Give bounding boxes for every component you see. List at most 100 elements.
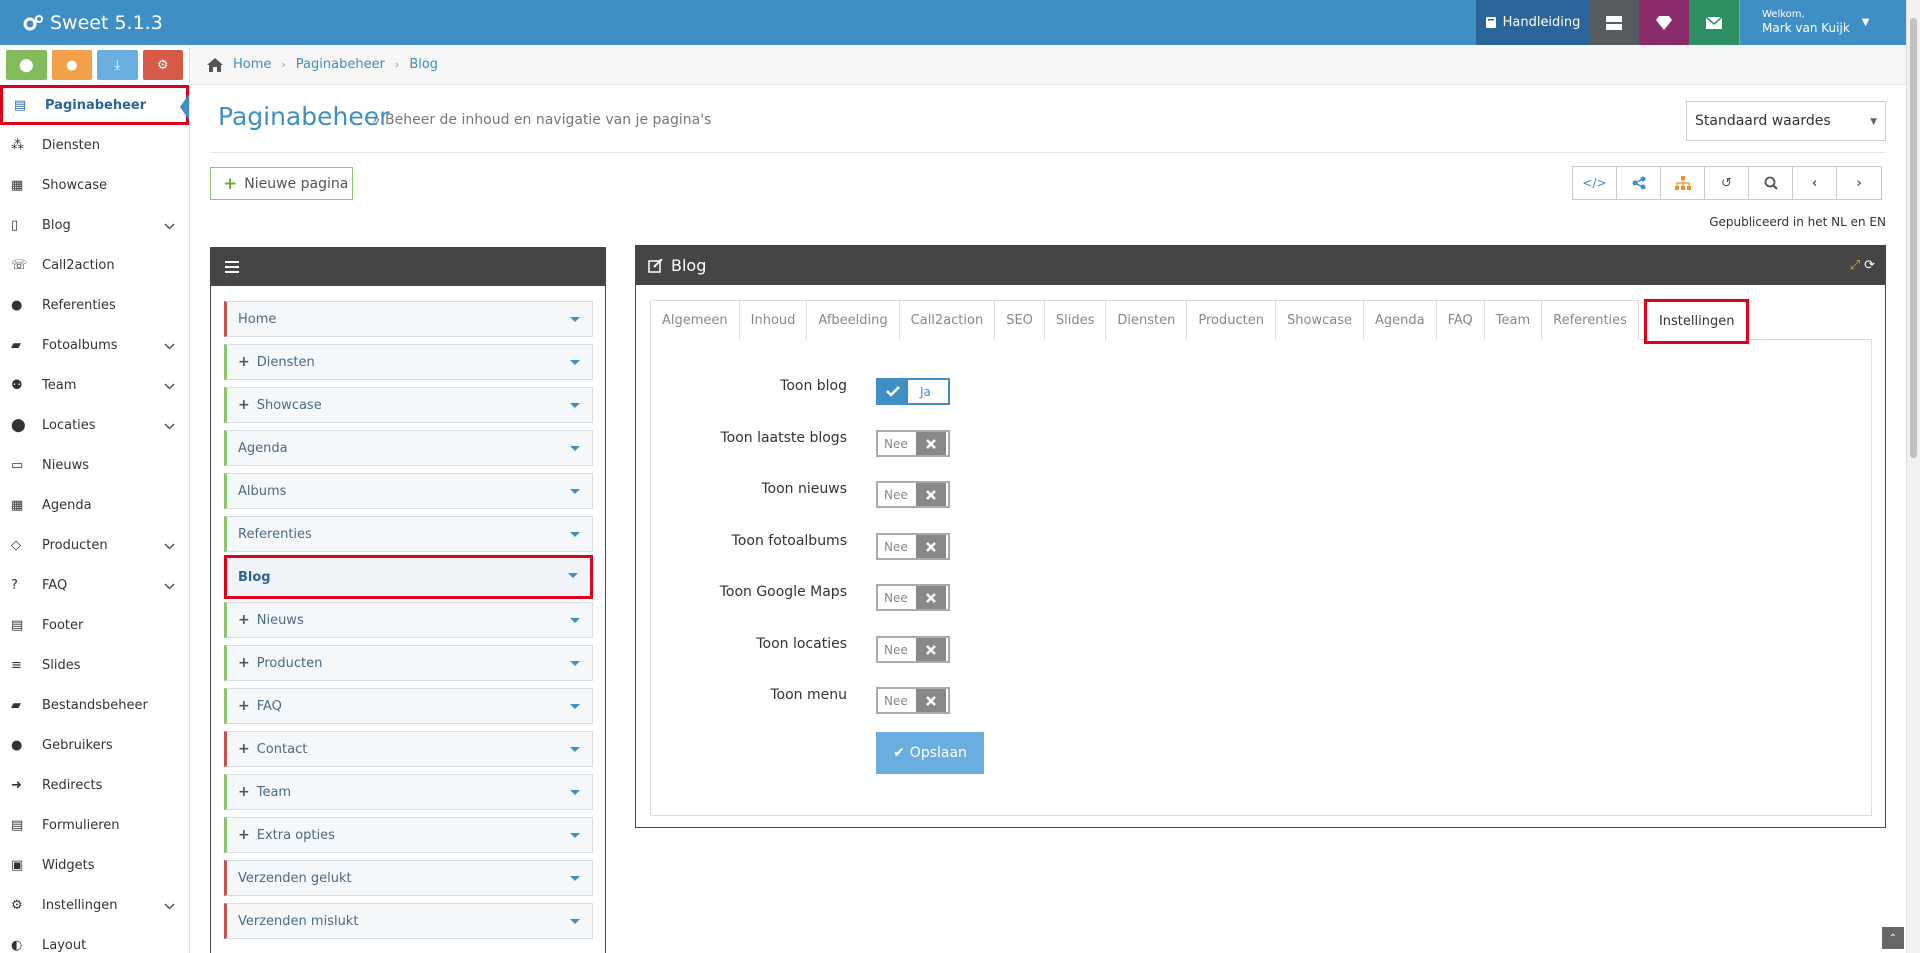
tree-item-verzenden-mislukt[interactable]: Verzenden mislukt <box>224 903 593 939</box>
plus-icon[interactable]: + <box>238 698 250 714</box>
previous-button[interactable]: ‹ <box>1793 167 1837 199</box>
tab-showcase[interactable]: Showcase <box>1275 300 1364 340</box>
quick-settings-button[interactable]: ⚙ <box>142 50 183 80</box>
sidebar-item-footer[interactable]: ▤ Footer <box>0 605 189 645</box>
scrollbar-thumb[interactable] <box>1910 18 1917 458</box>
sidebar-item-slides[interactable]: ≡ Slides <box>0 645 189 685</box>
new-page-button[interactable]: + Nieuwe pagina <box>210 167 353 200</box>
server-button[interactable] <box>1589 0 1639 45</box>
tree-item-nieuws[interactable]: + Nieuws <box>224 602 593 638</box>
sidebar-item-layout[interactable]: ◐ Layout <box>0 925 189 953</box>
sidebar-item-paginabeheer[interactable]: ▤ Paginabeheer <box>0 85 189 125</box>
plus-icon[interactable]: + <box>238 354 250 370</box>
tree-item-contact[interactable]: + Contact <box>224 731 593 767</box>
history-button[interactable]: ↺ <box>1705 167 1749 199</box>
tree-item-faq[interactable]: + FAQ <box>224 688 593 724</box>
next-button[interactable]: › <box>1837 167 1881 199</box>
home-icon[interactable] <box>207 57 223 72</box>
sidebar-item-agenda[interactable]: ▦ Agenda <box>0 485 189 525</box>
app-brand[interactable]: Sweet 5.1.3 <box>22 0 163 45</box>
tree-item-albums[interactable]: Albums <box>224 473 593 509</box>
scroll-to-top-button[interactable]: ⌃ <box>1882 927 1904 949</box>
tree-item-home[interactable]: Home <box>224 301 593 337</box>
caret-down-icon[interactable] <box>570 618 580 623</box>
save-button[interactable]: ✔ Opslaan <box>876 732 984 774</box>
sidebar-item-call2action[interactable]: ☏ Call2action <box>0 245 189 285</box>
caret-down-icon[interactable] <box>570 704 580 709</box>
breadcrumb-paginabeheer[interactable]: Paginabeheer <box>296 57 385 72</box>
share-button[interactable] <box>1617 167 1661 199</box>
sidebar-item-blog[interactable]: ▯ Blog <box>0 205 189 245</box>
caret-down-icon[interactable] <box>570 747 580 752</box>
tab-seo[interactable]: SEO <box>994 300 1045 340</box>
sidebar-item-instellingen[interactable]: ⚙ Instellingen <box>0 885 189 925</box>
sidebar-item-gebruikers[interactable]: ● Gebruikers <box>0 725 189 765</box>
quick-download-button[interactable]: ⤓ <box>97 50 138 80</box>
caret-down-icon[interactable] <box>570 360 580 365</box>
tab-faq[interactable]: FAQ <box>1435 300 1485 340</box>
plus-icon[interactable]: + <box>238 612 250 628</box>
tab-inhoud[interactable]: Inhoud <box>738 300 808 340</box>
breadcrumb-home[interactable]: Home <box>233 57 271 72</box>
sidebar-item-bestandsbeheer[interactable]: ▰ Bestandsbeheer <box>0 685 189 725</box>
caret-down-icon[interactable] <box>570 833 580 838</box>
caret-down-icon[interactable] <box>570 317 580 322</box>
setting-toggle[interactable]: Ja <box>876 378 950 405</box>
caret-down-icon[interactable] <box>570 532 580 537</box>
setting-toggle[interactable]: Nee <box>876 584 950 611</box>
user-menu[interactable]: Welkom, Mark van Kuijk ▼ <box>1739 0 1906 45</box>
tab-instellingen[interactable]: Instellingen <box>1643 299 1750 344</box>
caret-down-icon[interactable] <box>570 446 580 451</box>
plus-icon[interactable]: + <box>238 655 250 671</box>
tab-call2action[interactable]: Call2action <box>898 300 996 340</box>
tab-referenties[interactable]: Referenties <box>1541 300 1639 340</box>
caret-down-icon[interactable] <box>570 790 580 795</box>
tab-team[interactable]: Team <box>1483 300 1543 340</box>
tree-item-producten[interactable]: + Producten <box>224 645 593 681</box>
sidebar-item-diensten[interactable]: ⁂ Diensten <box>0 125 189 165</box>
plus-icon[interactable]: + <box>238 741 250 757</box>
menu-icon[interactable] <box>225 261 239 273</box>
tree-item-referenties[interactable]: Referenties <box>224 516 593 552</box>
sidebar-item-team[interactable]: ⚉ Team <box>0 365 189 405</box>
caret-down-icon[interactable] <box>570 661 580 666</box>
breadcrumb-blog[interactable]: Blog <box>409 57 438 72</box>
tree-item-blog[interactable]: Blog <box>224 555 593 599</box>
setting-toggle[interactable]: Nee <box>876 430 950 457</box>
manual-button[interactable]: Handleiding <box>1476 0 1589 45</box>
caret-down-icon[interactable] <box>570 919 580 924</box>
mail-button[interactable] <box>1689 0 1739 45</box>
caret-down-icon[interactable] <box>568 573 578 578</box>
sidebar-item-faq[interactable]: ? FAQ <box>0 565 189 605</box>
sidebar-item-referenties[interactable]: ● Referenties <box>0 285 189 325</box>
page-scrollbar[interactable] <box>1906 0 1920 953</box>
sitemap-button[interactable] <box>1661 167 1705 199</box>
setting-toggle[interactable]: Nee <box>876 481 950 508</box>
setting-toggle[interactable]: Nee <box>876 533 950 560</box>
tree-item-diensten[interactable]: + Diensten <box>224 344 593 380</box>
refresh-icon[interactable]: ⟳ <box>1864 258 1875 273</box>
tab-afbeelding[interactable]: Afbeelding <box>806 300 900 340</box>
sidebar-item-locaties[interactable]: ⬤ Locaties <box>0 405 189 445</box>
quick-location-button[interactable]: ⬤ <box>6 50 47 80</box>
caret-down-icon[interactable] <box>570 876 580 881</box>
quick-user-button[interactable]: ● <box>51 50 92 80</box>
expand-icon[interactable]: ⤢ <box>1850 258 1860 273</box>
defaults-select[interactable]: Standaard waardes ▼ <box>1686 101 1886 141</box>
setting-toggle[interactable]: Nee <box>876 687 950 714</box>
tree-item-team[interactable]: + Team <box>224 774 593 810</box>
caret-down-icon[interactable] <box>570 489 580 494</box>
tree-item-showcase[interactable]: + Showcase <box>224 387 593 423</box>
caret-down-icon[interactable] <box>570 403 580 408</box>
sidebar-item-widgets[interactable]: ▣ Widgets <box>0 845 189 885</box>
sidebar-item-formulieren[interactable]: ▤ Formulieren <box>0 805 189 845</box>
tab-algemeen[interactable]: Algemeen <box>650 300 740 340</box>
tree-item-verzenden-gelukt[interactable]: Verzenden gelukt <box>224 860 593 896</box>
sidebar-item-producten[interactable]: ◇ Producten <box>0 525 189 565</box>
plus-icon[interactable]: + <box>238 827 250 843</box>
setting-toggle[interactable]: Nee <box>876 636 950 663</box>
sidebar-item-fotoalbums[interactable]: ▰ Fotoalbums <box>0 325 189 365</box>
tree-item-agenda[interactable]: Agenda <box>224 430 593 466</box>
diamond-button[interactable] <box>1639 0 1689 45</box>
tab-producten[interactable]: Producten <box>1186 300 1276 340</box>
